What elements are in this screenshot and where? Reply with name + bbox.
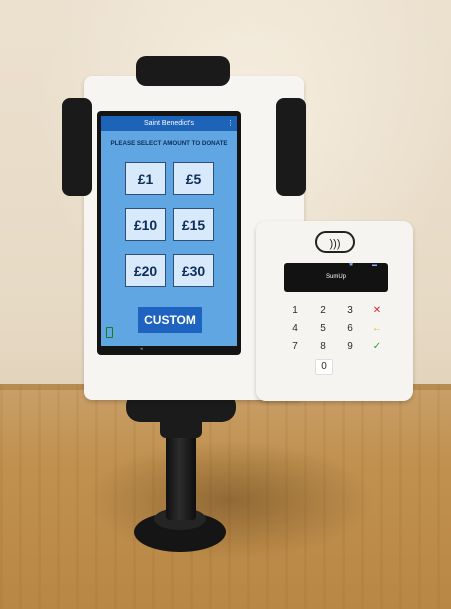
- photo-scene: Saint Benedict's ⋮ PLEASE SELECT AMOUNT …: [0, 0, 451, 609]
- app-bar: Saint Benedict's: [101, 116, 237, 131]
- key-5[interactable]: 5: [315, 322, 331, 336]
- home-indicator-icon: ◂: [140, 346, 143, 352]
- app-title: Saint Benedict's: [144, 120, 194, 127]
- reader-keypad: 1 2 3 ✕ 4 5 6 ← 7 8 9 ✓ 0: [279, 298, 395, 388]
- key-7[interactable]: 7: [287, 340, 303, 354]
- bluetooth-icon: ✱: [349, 262, 354, 268]
- key-8[interactable]: 8: [315, 340, 331, 354]
- amount-button-20[interactable]: £20: [125, 254, 166, 287]
- amount-button-1[interactable]: £1: [125, 162, 166, 195]
- cancel-key[interactable]: ✕: [369, 304, 385, 318]
- right-clamp: [276, 98, 306, 196]
- custom-amount-button[interactable]: CUSTOM: [138, 307, 202, 333]
- amount-button-30[interactable]: £30: [173, 254, 214, 287]
- top-clamp: [136, 56, 230, 86]
- ok-key[interactable]: ✓: [369, 340, 385, 354]
- reader-battery-icon: ▬: [372, 262, 377, 268]
- donate-prompt: PLEASE SELECT AMOUNT TO DONATE: [110, 140, 228, 147]
- contactless-icon: ))): [315, 231, 355, 253]
- menu-icon[interactable]: ⋮: [227, 116, 234, 131]
- key-4[interactable]: 4: [287, 322, 303, 336]
- key-1[interactable]: 1: [287, 304, 303, 318]
- key-0[interactable]: 0: [315, 359, 333, 375]
- back-key[interactable]: ←: [369, 322, 385, 336]
- donation-screen: Saint Benedict's ⋮ PLEASE SELECT AMOUNT …: [101, 116, 237, 346]
- key-9[interactable]: 9: [342, 340, 358, 354]
- amount-button-15[interactable]: £15: [173, 208, 214, 241]
- key-2[interactable]: 2: [315, 304, 331, 318]
- amount-button-10[interactable]: £10: [125, 208, 166, 241]
- left-clamp: [62, 98, 92, 196]
- battery-icon: [106, 327, 113, 338]
- amount-button-5[interactable]: £5: [173, 162, 214, 195]
- stand-shadow: [85, 440, 375, 560]
- key-3[interactable]: 3: [342, 304, 358, 318]
- key-6[interactable]: 6: [342, 322, 358, 336]
